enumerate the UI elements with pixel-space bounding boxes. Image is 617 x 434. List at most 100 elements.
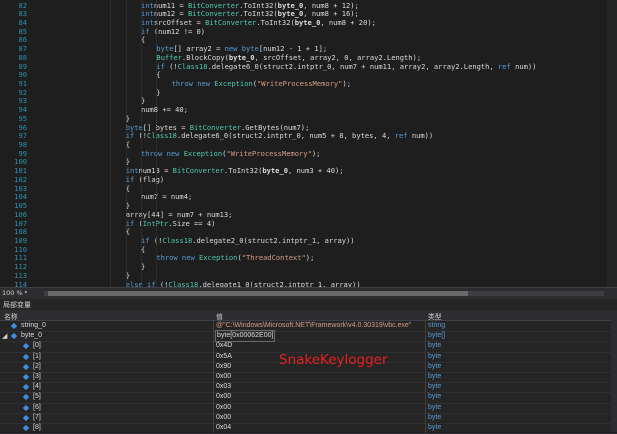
code-token: .ToInt32( <box>256 17 295 27</box>
code-token: "WriteProcessMemory" <box>257 78 343 88</box>
code-token: .delegate6_0(struct2.intptr_0, num7 + nu… <box>207 61 498 71</box>
zoom-level[interactable]: 100 % <box>2 289 23 297</box>
code-line[interactable]: 112} <box>0 262 617 272</box>
code-line[interactable]: 106 array[44] = num7 + num13; <box>0 210 617 220</box>
variable-value[interactable]: 0x4D <box>216 341 232 351</box>
variable-icon <box>10 322 18 330</box>
variable-type: byte <box>428 342 442 350</box>
expand-arrow-icon[interactable]: ◢ <box>2 333 9 340</box>
code-text: if (flag) <box>126 175 164 185</box>
code-token: .delegate1_0(struct2.intptr_1, array)) <box>198 279 361 287</box>
code-text: throw new Exception("WriteProcessMemory"… <box>172 78 351 89</box>
code-line[interactable]: 99 throw new Exception("WriteProcessMemor… <box>0 148 617 159</box>
code-token: if <box>141 235 150 245</box>
variable-value[interactable]: 0x00 <box>216 392 231 402</box>
code-line[interactable]: 104 num7 = num4; <box>0 192 617 202</box>
code-editor[interactable]: 82 intnum11 = BitConverter.ToInt32(byte_0… <box>0 0 617 287</box>
code-line[interactable]: 102 if (flag) <box>0 175 617 185</box>
code-token: Class18 <box>162 235 193 245</box>
variable-value[interactable]: 0x00 <box>216 403 231 413</box>
column-divider <box>425 392 426 403</box>
code-token: ); <box>342 78 351 88</box>
code-token: ); <box>305 253 315 263</box>
code-token: BitConverter <box>189 122 242 132</box>
code-line[interactable]: 84 intsrcOffset = BitConverter.ToInt32(by… <box>0 17 617 28</box>
code-token: byte_0 <box>228 52 255 62</box>
variable-icon <box>22 363 30 370</box>
code-token: , num8 + 16); <box>303 9 359 19</box>
horizontal-scrollbar[interactable] <box>44 291 604 296</box>
variable-name: [6] <box>33 403 41 411</box>
code-token: .BlockCopy( <box>181 52 229 62</box>
column-divider <box>425 361 426 372</box>
variable-type: string <box>428 322 446 329</box>
variable-icon <box>22 404 30 411</box>
code-token: "WriteProcessMemory" <box>226 148 312 158</box>
code-line[interactable]: 111 throw new Exception("ThreadContext"); <box>0 254 617 263</box>
variable-icon <box>22 353 30 360</box>
code-line[interactable]: 105} <box>0 201 617 211</box>
code-token: byte_0 <box>262 166 288 176</box>
variable-value[interactable]: 0x03 <box>216 382 231 392</box>
variable-type: byte <box>428 352 442 360</box>
code-line[interactable]: 107 if (IntPtr.Size == 4) <box>0 219 617 229</box>
code-token: BitConverter <box>187 9 240 19</box>
column-divider <box>425 402 426 413</box>
variable-value[interactable]: 0x00 <box>216 372 231 382</box>
variable-icon <box>22 384 30 391</box>
variable-value[interactable]: 0x5A <box>216 352 232 362</box>
code-token: int <box>141 9 154 19</box>
code-line[interactable]: 97 if (!Class18.delegate6_0(struct2.intpt… <box>0 131 617 141</box>
code-token: num)) <box>407 131 434 141</box>
variable-name: byte_0 <box>21 332 43 340</box>
code-token: int <box>141 0 154 10</box>
code-token: (num12 != 0) <box>149 26 206 36</box>
variable-value[interactable]: 0x00 <box>216 413 231 423</box>
column-divider <box>213 341 214 352</box>
variable-value[interactable]: 0x90 <box>216 362 231 372</box>
column-header-name[interactable]: 名称 <box>4 311 18 321</box>
variable-value[interactable]: @"C:\Windows\Microsoft.NET\Framework\v4.… <box>216 321 411 331</box>
variable-type: byte <box>428 403 442 411</box>
column-header-type[interactable]: 类型 <box>428 311 442 321</box>
chevron-down-icon[interactable]: ▾ <box>24 289 28 296</box>
variable-type: byte <box>428 413 442 421</box>
column-divider <box>425 321 426 332</box>
code-line[interactable]: 89 if (!Class18.delegate6_0(struct2.intpt… <box>0 61 617 72</box>
code-token: ref <box>497 61 511 71</box>
variable-name: [0] <box>33 342 41 350</box>
column-header-value[interactable]: 值 <box>216 311 223 321</box>
code-token: [] bytes = <box>142 122 190 132</box>
code-token: num)) <box>510 61 537 71</box>
code-line[interactable]: 85 if (num12 != 0) <box>0 26 617 37</box>
code-token: ref <box>394 131 408 141</box>
column-divider <box>213 382 214 393</box>
code-text: num7 = num4; <box>141 192 192 202</box>
column-divider <box>425 351 426 362</box>
code-text: throw new Exception("ThreadContext"); <box>156 254 314 263</box>
code-token: Exception <box>179 148 223 158</box>
column-divider <box>213 402 214 413</box>
editor-vertical-scrollbar[interactable] <box>607 0 617 287</box>
code-token: .ToInt32( <box>239 0 278 10</box>
code-line[interactable]: 92} <box>0 88 617 98</box>
code-token: srcOffset = <box>153 17 206 27</box>
code-line[interactable]: 94 num8 += 40; <box>0 105 617 115</box>
variable-name: [3] <box>33 373 41 380</box>
locals-row[interactable]: [8] 0x04 byte <box>0 423 617 434</box>
scrollbar-thumb[interactable] <box>48 291 468 296</box>
code-line[interactable]: 101 intnum13 = BitConverter.ToInt32(byte_… <box>0 166 617 176</box>
code-line[interactable]: 109 if (!Class18.delegate2_0(struct2.intp… <box>0 235 617 246</box>
code-text: if (!Class18.delegate6_0(struct2.intptr_… <box>156 61 537 72</box>
column-divider <box>425 412 426 423</box>
locals-vertical-scrollbar[interactable] <box>611 320 617 432</box>
code-token: BitConverter <box>205 17 257 27</box>
code-token: ); <box>311 148 321 158</box>
code-line[interactable]: 103{ <box>0 184 617 194</box>
code-token: Class18 <box>168 279 199 287</box>
code-token: .GetBytes(num7); <box>241 122 310 132</box>
code-token: .delegate2_0(struct2.intptr_1, array)) <box>192 235 355 245</box>
code-line[interactable]: 91 throw new Exception("WriteProcessMemor… <box>0 78 617 89</box>
variable-value[interactable]: byte[0x00062E00] <box>214 330 276 343</box>
code-line[interactable]: 93} <box>0 97 617 106</box>
